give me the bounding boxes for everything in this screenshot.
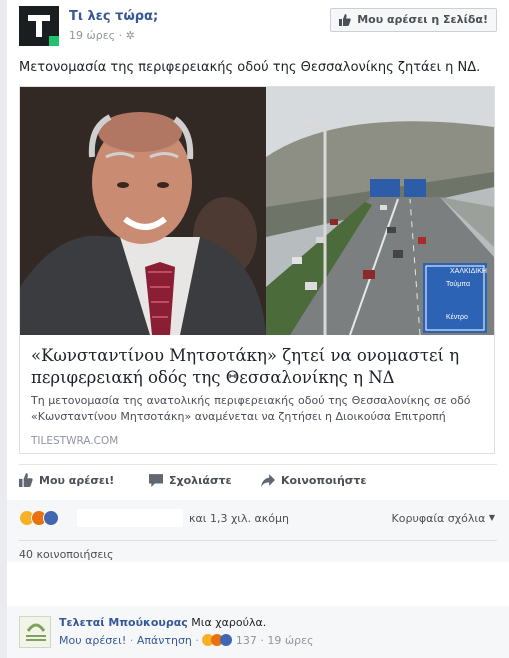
share-action[interactable]: Κοινοποιήστε [261, 474, 367, 487]
comment-action[interactable]: Σχολιάστε [149, 474, 232, 487]
like-action-label: Μου αρέσει! [39, 474, 115, 487]
divider [19, 464, 497, 465]
post-actions: Μου αρέσει! Σχολιάστε Κοινοποιήστε [19, 472, 497, 492]
divider [19, 540, 497, 541]
comment-action-label: Σχολιάστε [169, 474, 232, 487]
sign-line-3: Κέντρο [446, 313, 468, 321]
post-header: Τι λες τώρα; 19 ώρες · ✲ Μου αρέσει η Σε… [19, 6, 497, 46]
comment-author[interactable]: Τελεταί Μπούκουρας [59, 616, 188, 629]
post-timestamp[interactable]: 19 ώρες · ✲ [69, 29, 135, 42]
hidden-area [7, 562, 509, 606]
share-action-label: Κοινοποιήστε [281, 474, 367, 487]
reactions-count[interactable]: και 1,3 χιλ. ακόμη [189, 512, 289, 525]
link-title[interactable]: «Κωνσταντίνου Μητσοτάκη» ζητεί να ονομασ… [31, 345, 484, 389]
comment-icon [149, 474, 163, 487]
facebook-post: Τι λες τώρα; 19 ώρες · ✲ Μου αρέσει η Σε… [7, 0, 509, 658]
sign-line-2: Τούμπα [446, 280, 470, 288]
like-page-label: Μου αρέσει η Σελίδα! [357, 13, 488, 26]
comment-meta: Μου αρέσει! · Απάντηση · 137 · 19 ώρες [59, 634, 314, 647]
reactors-names[interactable] [77, 509, 183, 527]
thumbs-up-icon [19, 473, 33, 487]
post-message: Μετονομασία της περιφερειακής οδού της Θ… [19, 60, 481, 75]
link-description: Τη μετονομασία της ανατολικής περιφερεια… [31, 394, 471, 423]
comment-like-link[interactable]: Μου αρέσει! [59, 634, 126, 647]
like-reaction-icon [43, 510, 59, 526]
like-page-button[interactable]: Μου αρέσει η Σελίδα! [330, 8, 497, 32]
comment-text: Μια χαρούλα. [191, 616, 267, 629]
link-preview-card[interactable]: ΧΑΛΚΙΔΙΚΗ Τούμπα Κέντρο «Κωνσταντίνου Μη… [19, 86, 495, 454]
page-name-link[interactable]: Τι λες τώρα; [69, 9, 158, 24]
like-reaction-icon [220, 634, 233, 646]
reactions-summary[interactable] [19, 510, 79, 528]
comment-sort-label: Κορυφαία σχόλια [391, 512, 486, 525]
comment-reaction-count[interactable]: 137 [236, 634, 257, 647]
post-time[interactable]: 19 ώρες [69, 29, 115, 42]
comment-time[interactable]: 19 ώρες [267, 634, 313, 647]
comment-body: Τελεταί Μπούκουρας Μια χαρούλα. [59, 616, 266, 629]
share-arrow-icon [261, 474, 275, 487]
sign-line-1: ΧΑΛΚΙΔΙΚΗ [450, 268, 487, 275]
thumbs-up-icon [339, 14, 351, 26]
caret-down-icon: ▼ [488, 513, 495, 522]
commenter-avatar[interactable] [19, 616, 51, 648]
comment-reply-link[interactable]: Απάντηση [137, 634, 192, 647]
page-avatar[interactable] [19, 6, 59, 46]
shares-count[interactable]: 40 κοινοποιήσεις [19, 548, 113, 561]
like-action[interactable]: Μου αρέσει! [19, 473, 115, 487]
link-preview-image[interactable]: ΧΑΛΚΙΔΙΚΗ Τούμπα Κέντρο [20, 87, 494, 335]
comment-sort-dropdown[interactable]: Κορυφαία σχόλια ▼ [392, 512, 495, 525]
gear-icon[interactable]: ✲ [126, 29, 135, 42]
comment-item [7, 606, 509, 658]
link-domain: TILESTWRA.COM [31, 435, 119, 447]
